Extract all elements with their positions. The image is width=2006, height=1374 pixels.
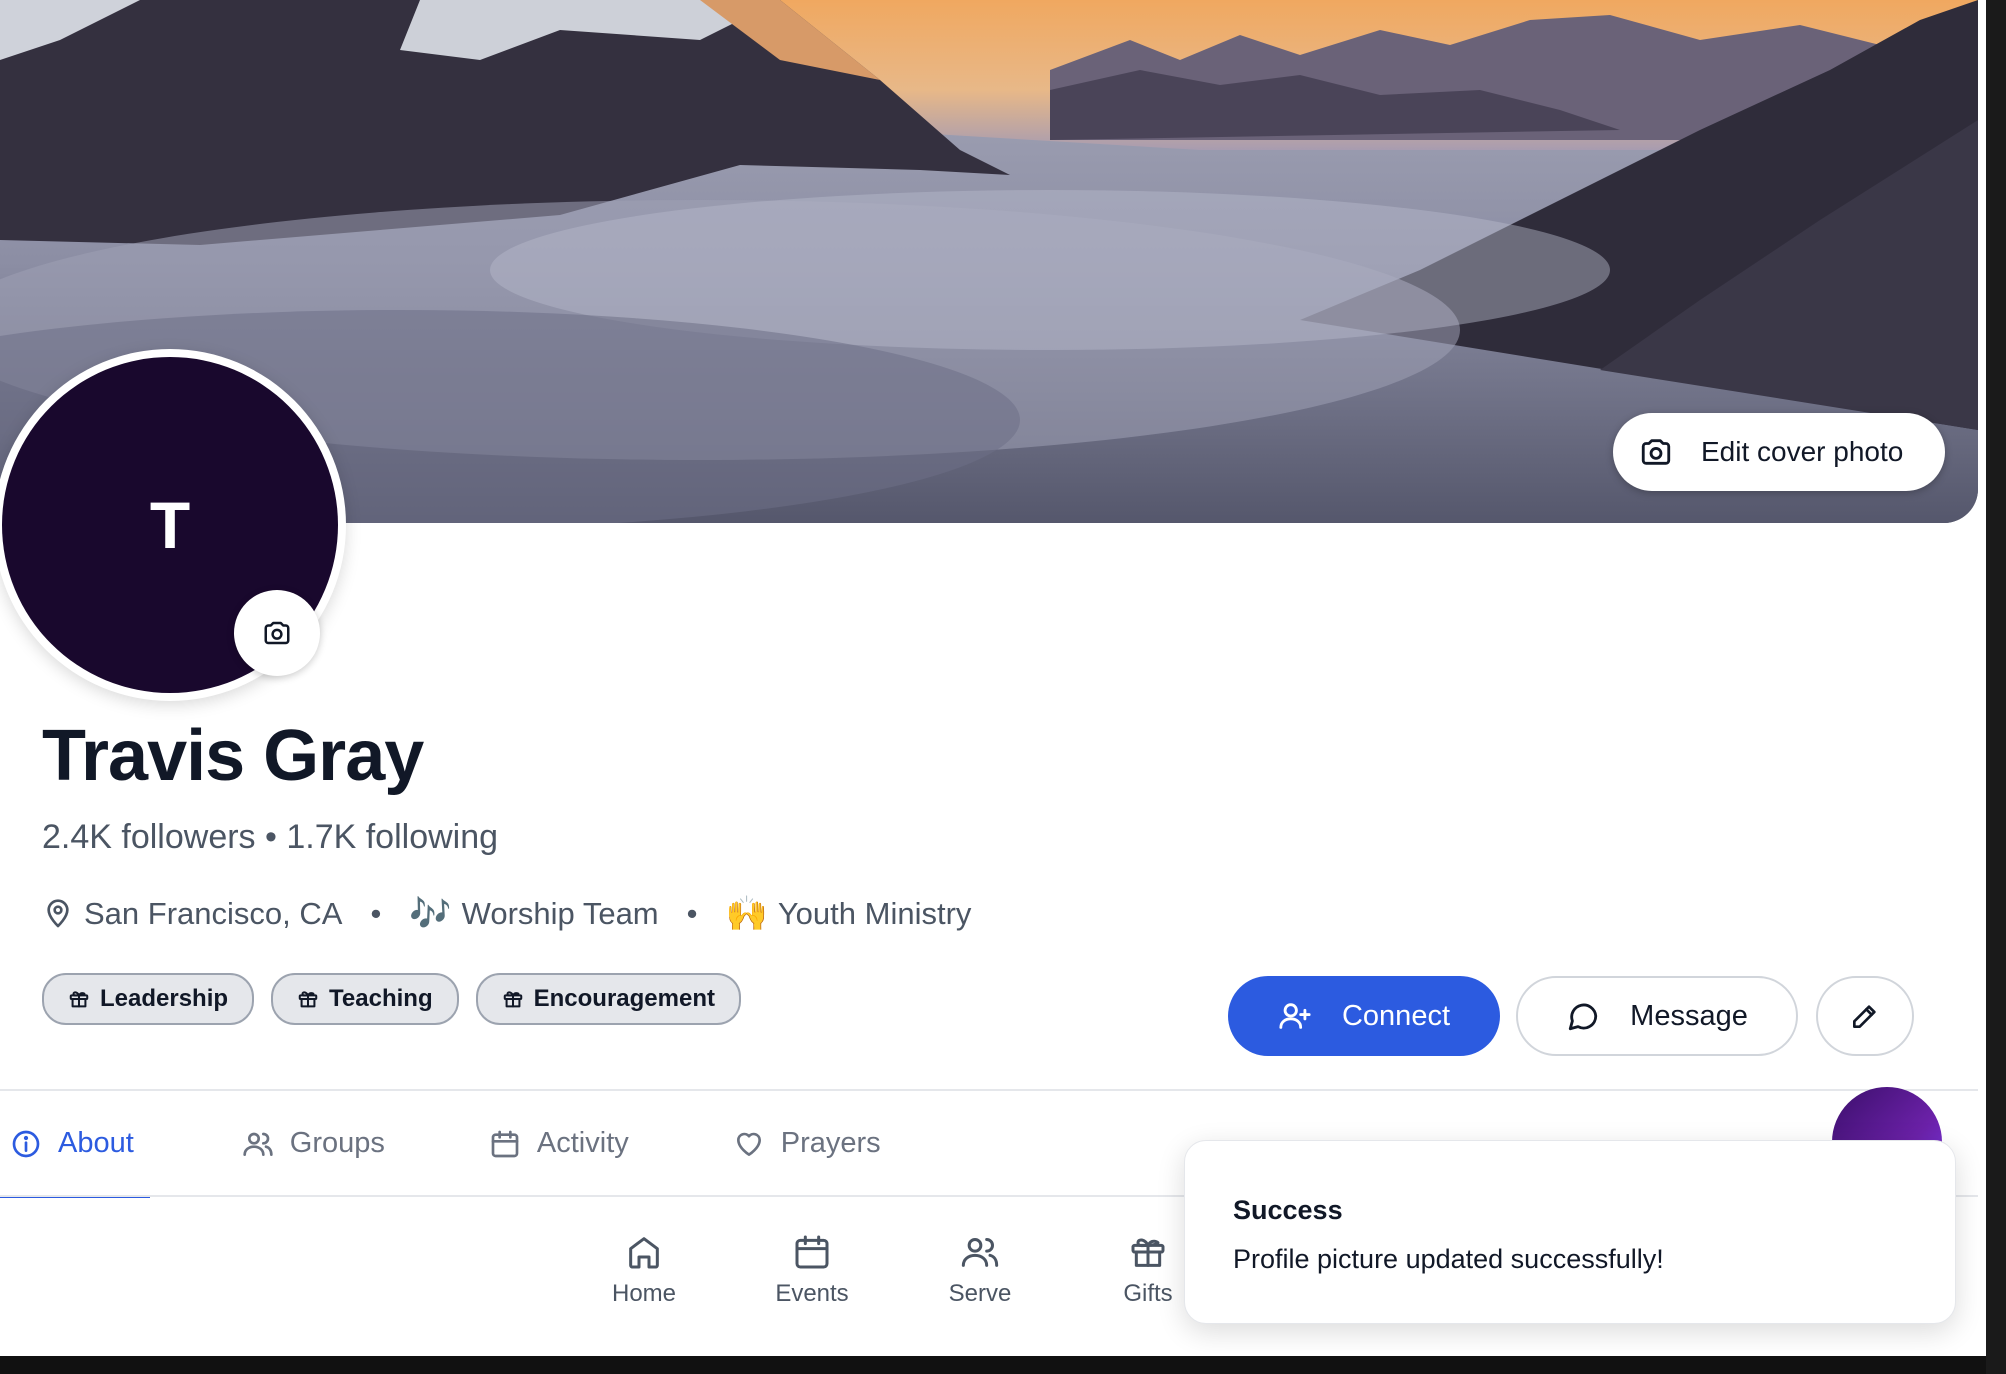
- camera-icon: [262, 618, 292, 648]
- heart-icon: [733, 1128, 765, 1160]
- chat-bubble-icon: [1566, 999, 1600, 1033]
- location-text: San Francisco, CA: [84, 896, 343, 931]
- nav-events[interactable]: Events: [728, 1232, 896, 1308]
- home-icon: [624, 1232, 664, 1272]
- nav-serve[interactable]: Serve: [896, 1232, 1064, 1308]
- edit-cover-photo-button[interactable]: Edit cover photo: [1613, 413, 1945, 491]
- connect-label: Connect: [1341, 999, 1450, 1032]
- message-button[interactable]: Message: [1516, 976, 1798, 1056]
- nav-home[interactable]: Home: [560, 1232, 728, 1308]
- user-plus-icon: [1278, 999, 1312, 1033]
- tab-groups[interactable]: Groups: [230, 1092, 397, 1195]
- nav-label: Serve: [948, 1280, 1012, 1307]
- calendar-icon: [792, 1232, 832, 1272]
- edit-cover-photo-label: Edit cover photo: [1701, 436, 1904, 467]
- gift-chip-leadership[interactable]: Leadership: [42, 973, 255, 1025]
- success-toast: Success Profile picture updated successf…: [1184, 1140, 1956, 1324]
- profile-page: Edit cover photo T Travis Gray 2.4K foll…: [0, 0, 1986, 1356]
- gift-chip-label: Encouragement: [533, 985, 715, 1012]
- nav-label: Events: [775, 1280, 849, 1307]
- message-label: Message: [1630, 999, 1748, 1032]
- nav-label: Home: [611, 1280, 677, 1307]
- raised-hands-icon: 🙌: [725, 895, 768, 933]
- toast-title: Success: [1233, 1195, 1343, 1225]
- edit-profile-button[interactable]: [1816, 976, 1914, 1056]
- section-divider: [0, 1089, 1978, 1091]
- profile-meta: San Francisco, CA • 🎶 Worship Team • 🙌 Y…: [42, 894, 971, 934]
- users-icon: [242, 1128, 274, 1160]
- gift-chip-label: Leadership: [100, 985, 229, 1012]
- pencil-icon: [1849, 1000, 1881, 1032]
- tab-label: Prayers: [780, 1127, 881, 1159]
- tab-activity[interactable]: Activity: [477, 1092, 641, 1195]
- calendar-icon: [489, 1128, 521, 1160]
- tab-about[interactable]: About: [0, 1092, 150, 1198]
- music-notes-icon: 🎶: [409, 895, 452, 933]
- avatar-initial: T: [149, 488, 191, 562]
- tab-label: Groups: [289, 1127, 385, 1159]
- profile-name: Travis Gray: [42, 716, 424, 796]
- nav-label: Gifts: [1123, 1280, 1173, 1307]
- info-icon: [10, 1128, 42, 1160]
- toast-message: Profile picture updated successfully!: [1233, 1244, 1664, 1274]
- gift-icon: [1128, 1232, 1168, 1272]
- gift-icon: [68, 988, 90, 1010]
- gift-chip-encouragement[interactable]: Encouragement: [475, 973, 741, 1025]
- spiritual-gifts-list: Leadership Teaching Encouragement: [42, 973, 741, 1025]
- ministry-text: Youth Ministry: [777, 896, 972, 931]
- tab-label: About: [58, 1127, 134, 1159]
- gift-icon: [502, 988, 524, 1010]
- team-text: Worship Team: [461, 896, 659, 931]
- change-avatar-button[interactable]: [234, 590, 320, 676]
- gift-chip-teaching[interactable]: Teaching: [271, 973, 459, 1025]
- tab-prayers[interactable]: Prayers: [721, 1092, 893, 1195]
- profile-tabs: About Groups Activity Prayers: [0, 1092, 893, 1198]
- separator-dot: •: [370, 896, 382, 931]
- camera-icon: [1639, 435, 1673, 469]
- users-icon: [960, 1232, 1000, 1272]
- gift-icon: [297, 988, 319, 1010]
- tab-label: Activity: [536, 1127, 629, 1159]
- connect-button[interactable]: Connect: [1228, 976, 1500, 1056]
- separator-dot: •: [686, 896, 698, 931]
- bottom-navigation: Home Events Serve Gifts: [560, 1232, 1232, 1308]
- gift-chip-label: Teaching: [329, 985, 433, 1012]
- window-edge: [1986, 0, 2006, 1374]
- map-pin-icon: [42, 898, 74, 930]
- follower-stats[interactable]: 2.4K followers • 1.7K following: [42, 818, 498, 857]
